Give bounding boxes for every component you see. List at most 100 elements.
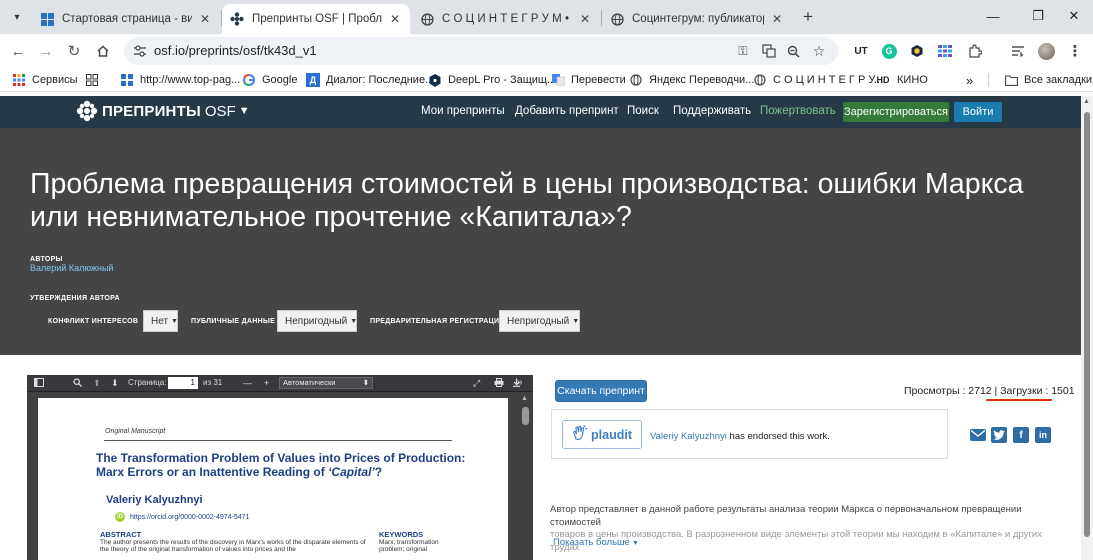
- restore-button[interactable]: ❐: [1023, 4, 1053, 28]
- hexagon-extension-icon[interactable]: [907, 41, 927, 61]
- bookmark-label: http://www.top-pag...: [140, 74, 241, 86]
- bookmark-top-page[interactable]: http://www.top-pag...: [120, 72, 240, 88]
- nav-my-preprints[interactable]: Мои препринты: [421, 105, 505, 117]
- prev-page-icon[interactable]: ⬆: [93, 378, 101, 389]
- profile-avatar[interactable]: [1036, 41, 1056, 61]
- more-bookmarks-button[interactable]: »: [966, 72, 973, 88]
- zoom-in-icon[interactable]: +: [264, 378, 269, 388]
- zoom-value: Автоматически: [283, 378, 336, 387]
- page-number-input[interactable]: 1: [168, 377, 198, 389]
- abstract-line: Автор представляет в данной работе резул…: [550, 504, 1022, 528]
- doc-author: Valeriy Kalyuzhnyi: [106, 494, 203, 506]
- views-count: 2712: [968, 385, 992, 397]
- grid-extension-icon[interactable]: [935, 41, 955, 61]
- extensions-puzzle-icon[interactable]: [965, 41, 985, 61]
- bookmark-label: DeepL Pro - Защищ...: [448, 74, 557, 86]
- linkedin-icon[interactable]: in: [1035, 427, 1051, 443]
- tab-title: С О Ц И Н Т Е Г Р У М • Просмотр: [442, 13, 572, 25]
- tab-search-button[interactable]: ▾: [6, 6, 28, 28]
- translate-page-icon[interactable]: [760, 42, 778, 60]
- zoom-select[interactable]: Автоматически ⬍: [279, 377, 373, 389]
- close-tab-icon[interactable]: ✕: [198, 12, 212, 26]
- caret-down-icon: ▼: [631, 540, 639, 547]
- bookmark-star-icon[interactable]: ☆: [810, 42, 828, 60]
- close-tab-icon[interactable]: ✕: [770, 12, 784, 26]
- all-bookmarks-button[interactable]: Все закладки: [1004, 72, 1092, 88]
- login-button[interactable]: Войти: [954, 102, 1002, 122]
- register-button[interactable]: Зарегистрироваться: [843, 102, 949, 122]
- brand-name: ПРЕПРИНТЫ: [102, 102, 201, 120]
- endorser-link[interactable]: Valeriy Kalyuzhnyi: [650, 431, 727, 442]
- bookmark-services[interactable]: Сервисы: [12, 72, 78, 88]
- public-data-dropdown[interactable]: Непригодный ▼: [277, 310, 357, 332]
- abstract-text: The author presents the results of the d…: [100, 539, 366, 553]
- close-tab-icon[interactable]: ✕: [578, 12, 592, 26]
- caret-down-icon: ▼: [238, 105, 250, 117]
- site-info-icon[interactable]: [132, 43, 148, 59]
- pdf-scrollbar-thumb[interactable]: [522, 407, 529, 425]
- email-icon[interactable]: [970, 427, 986, 443]
- bookmark-dialog[interactable]: Д Диалог: Последние...: [306, 72, 434, 88]
- translate-icon: [551, 73, 565, 87]
- zoom-icon[interactable]: [784, 42, 802, 60]
- scroll-up-icon[interactable]: ▲: [1083, 98, 1090, 105]
- nav-donate[interactable]: Пожертвовать: [760, 105, 836, 117]
- nav-add-preprint[interactable]: Добавить препринт: [515, 105, 619, 117]
- bookmark-kino[interactable]: HD КИНО: [875, 72, 928, 88]
- bookmark-label: Сервисы: [32, 74, 78, 86]
- reload-icon[interactable]: ↻: [62, 39, 86, 63]
- ut-extension-icon[interactable]: UT: [851, 41, 871, 61]
- more-tools-icon[interactable]: »: [517, 377, 523, 388]
- back-arrow-icon[interactable]: ←: [6, 39, 30, 63]
- address-bar[interactable]: osf.io/preprints/osf/tk43d_v1 ⚿ ☆: [124, 37, 838, 65]
- coi-dropdown[interactable]: Нет ▼: [143, 310, 178, 332]
- facebook-icon[interactable]: f: [1013, 427, 1029, 443]
- page-scrollbar-thumb[interactable]: [1084, 112, 1090, 537]
- print-icon[interactable]: [494, 378, 504, 389]
- browser-tab-3[interactable]: С О Ц И Н Т Е Г Р У М • Просмотр ✕: [412, 4, 600, 34]
- author-assertions-label: УТВЕРЖДЕНИЯ АВТОРА: [30, 295, 120, 302]
- bookmark-sociintegrum[interactable]: С О Ц И Н Т Е Г Р У...: [753, 72, 883, 88]
- preregistration-dropdown[interactable]: Непригодный ▼: [499, 310, 580, 332]
- osf-preprints-brand[interactable]: ПРЕПРИНТЫ OSF ▼: [76, 100, 250, 122]
- show-more-link[interactable]: Показать больше ▼: [553, 537, 639, 548]
- tab-title: Стартовая страница - визуальные закладки: [62, 13, 192, 25]
- close-tab-icon[interactable]: ✕: [388, 12, 402, 26]
- grammarly-extension-icon[interactable]: G: [879, 41, 899, 61]
- next-page-icon[interactable]: ⬇: [111, 378, 119, 389]
- doc-title-end: ?: [374, 465, 383, 479]
- pdf-search-icon[interactable]: [73, 378, 82, 389]
- doc-title: The Transformation Problem of Values int…: [96, 451, 466, 479]
- download-preprint-button[interactable]: Скачать препринт: [555, 380, 647, 402]
- zoom-out-icon[interactable]: —: [243, 378, 252, 388]
- bookmark-google[interactable]: Google: [242, 72, 297, 88]
- close-window-button[interactable]: ✕: [1059, 4, 1089, 28]
- bookmark-yandex[interactable]: Яндекс Переводчи...: [629, 72, 754, 88]
- browser-tab-4[interactable]: Социнтегрум: публикатор карт ✕: [602, 4, 792, 34]
- author-link[interactable]: Валерий Калюжный: [30, 263, 113, 273]
- browser-tab-2-active[interactable]: Препринты OSF | Проблема превращения ✕: [222, 4, 410, 34]
- password-key-icon[interactable]: ⚿: [734, 42, 752, 60]
- reading-list-icon[interactable]: [1008, 41, 1028, 61]
- authors-label: АВТОРЫ: [30, 256, 63, 263]
- minimize-button[interactable]: —: [978, 4, 1008, 28]
- bookmark-grid[interactable]: [85, 72, 105, 88]
- home-icon[interactable]: [91, 39, 115, 63]
- browser-tab-1[interactable]: Стартовая страница - визуальные закладки…: [32, 4, 220, 34]
- osf-icon: [230, 12, 244, 26]
- forward-arrow-icon[interactable]: →: [34, 39, 58, 63]
- pdf-scroll-up-icon[interactable]: ▲: [521, 395, 528, 402]
- nav-support[interactable]: Поддерживать: [673, 105, 751, 117]
- doc-orcid[interactable]: iD https://orcid.org/0000-0002-4974-5471: [115, 512, 249, 522]
- plaudit-button[interactable]: plaudit: [562, 420, 642, 449]
- orcid-url: https://orcid.org/0000-0002-4974-5471: [130, 513, 250, 521]
- bookmark-translate[interactable]: Перевести: [551, 72, 626, 88]
- bookmark-deepl[interactable]: DeepL Pro - Защищ...: [428, 72, 556, 88]
- new-tab-button[interactable]: +: [797, 6, 819, 28]
- twitter-icon[interactable]: [991, 427, 1007, 443]
- fullscreen-icon[interactable]: ⤢: [473, 378, 480, 389]
- sidebar-toggle-icon[interactable]: [34, 378, 44, 389]
- page-scrollbar[interactable]: ▲: [1081, 96, 1093, 560]
- nav-search[interactable]: Поиск: [627, 105, 659, 117]
- browser-menu-icon[interactable]: ⋮: [1065, 41, 1085, 61]
